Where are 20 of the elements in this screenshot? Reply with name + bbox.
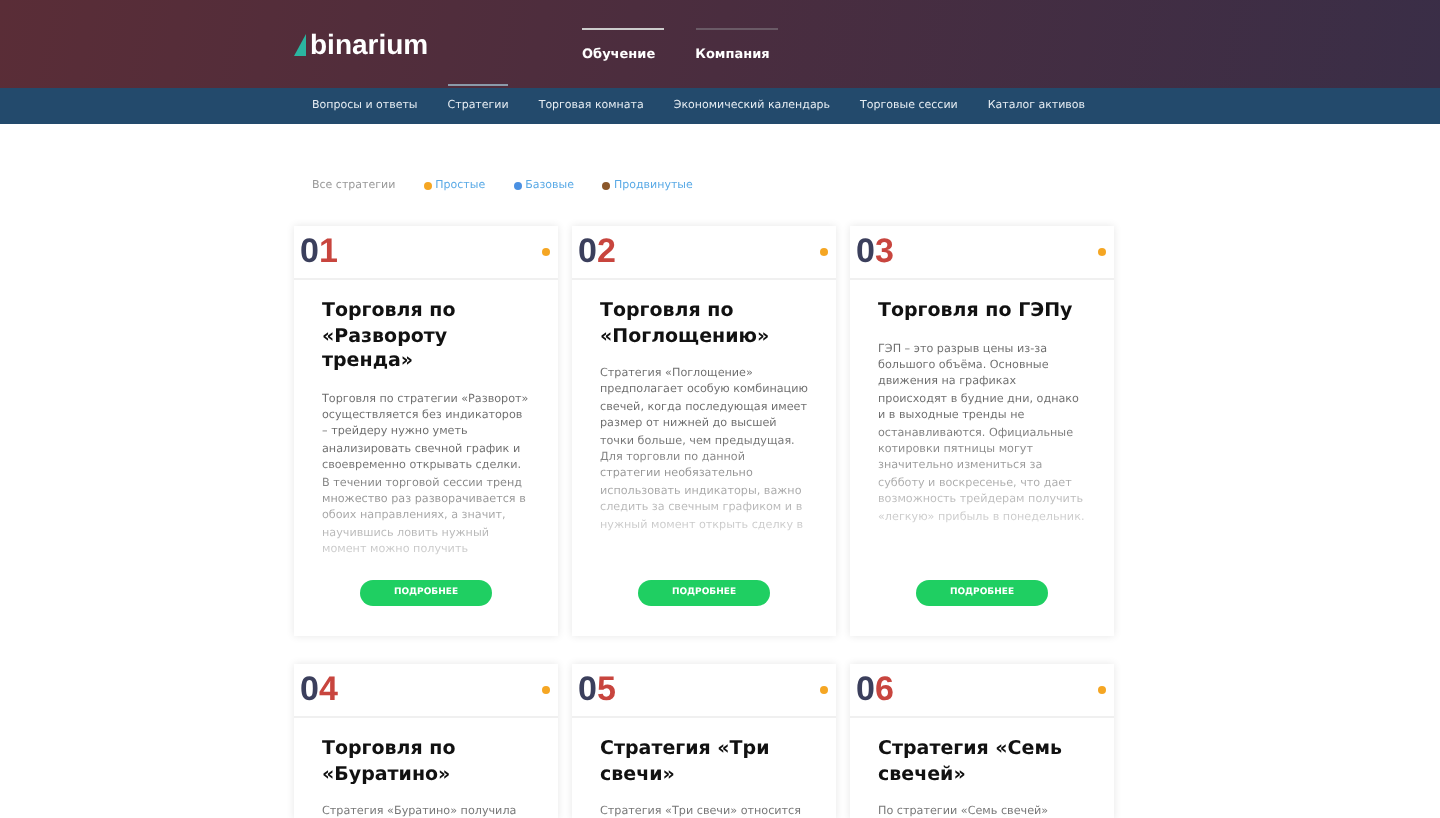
level-dot — [820, 686, 828, 694]
card-title: Стратегия «Семь свечей» — [878, 738, 1064, 788]
level-dot — [1098, 686, 1106, 694]
card-title: Торговля по «Буратино» — [322, 738, 458, 788]
card-title: Торговля по «Поглощению» — [600, 300, 772, 350]
card-number: 05 — [578, 670, 616, 710]
logo-text: binarium — [310, 28, 429, 60]
card-title: Торговля по ГЭПу — [878, 300, 1075, 325]
level-dot — [1098, 248, 1106, 256]
logo-icon — [294, 33, 306, 55]
card-number: 06 — [856, 670, 894, 710]
card-title: Торговля по «Развороту тренда» — [322, 300, 458, 375]
level-dot — [542, 248, 550, 256]
card-number: 04 — [300, 670, 338, 710]
level-dot — [820, 248, 828, 256]
level-dot — [542, 686, 550, 694]
card-number: 01 — [300, 232, 338, 272]
card-number: 03 — [856, 232, 894, 272]
card-number: 02 — [578, 232, 616, 272]
card-title: Стратегия «Три свечи» — [600, 738, 772, 788]
